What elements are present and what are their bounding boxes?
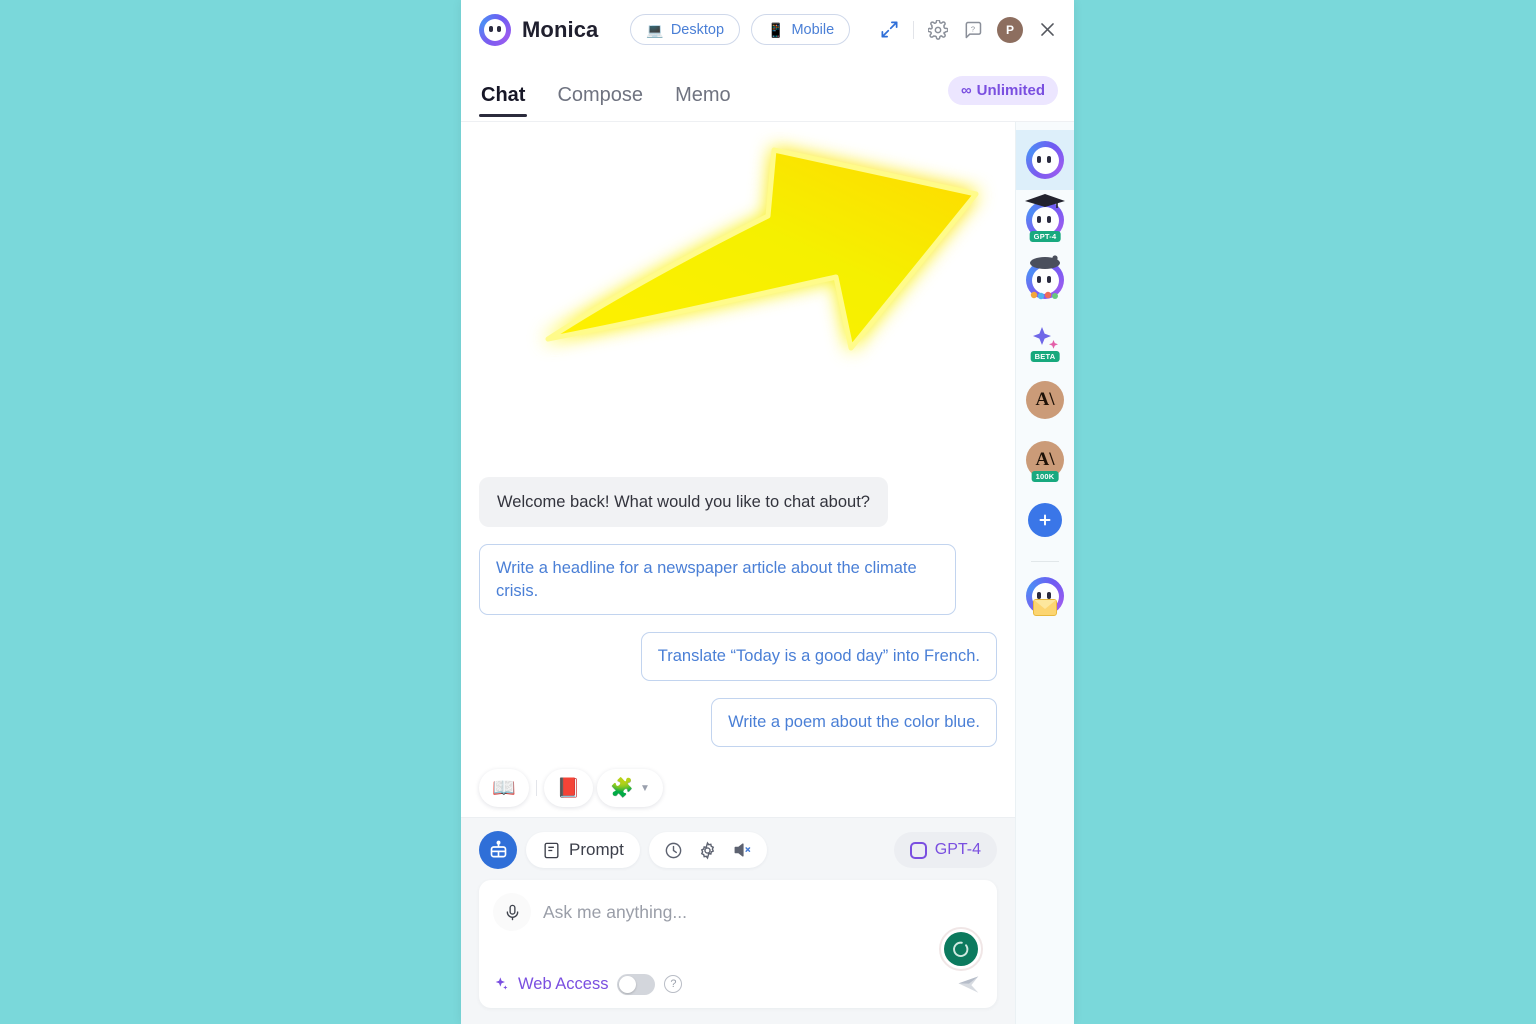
stop-generating-spinner-button[interactable] [939,927,983,971]
puzzle-extension-button[interactable]: 🧩 ▼ [597,769,663,807]
model-label: GPT-4 [934,841,981,858]
desktop-button[interactable]: 💻 Desktop [630,14,741,45]
input-box: Ask me anything... Web Access ? [479,880,997,1008]
pdf-icon[interactable]: 📕 [543,769,594,807]
chat-input[interactable]: Ask me anything... [543,902,687,923]
rail-item-monica[interactable] [1015,130,1074,190]
tab-chat[interactable]: Chat [479,84,528,117]
message-list: Welcome back! What would you like to cha… [479,476,997,807]
tab-memo[interactable]: Memo [673,84,733,117]
desktop-label: Desktop [670,21,725,38]
mobile-label: Mobile [791,21,835,38]
graduation-cap-icon [1025,194,1065,208]
web-access-row: Web Access ? [493,960,983,998]
prompt-button[interactable]: Prompt [526,832,640,868]
monica-bot-face [1031,146,1059,174]
sparkle-icon [495,977,508,990]
monica-bot-icon [1026,141,1064,179]
panel-header: Monica 💻 Desktop 📱 Mobile ? P [461,0,1074,59]
mobile-icon: 📱 [767,21,785,38]
message-scroll-area[interactable]: Welcome back! What would you like to cha… [461,122,1015,817]
composer: Prompt GPT-4 Ask me anything... Web Acce… [461,817,1015,1024]
bot-avatar-button[interactable] [479,831,517,869]
settings-gear-icon[interactable] [927,19,949,41]
settings-gear-icon[interactable] [698,840,718,860]
help-chat-icon[interactable]: ? [962,19,984,41]
anthropic-claude-100k-icon: A\ 100K [1026,441,1064,482]
rail-item-claude-100k[interactable]: A\ 100K [1016,430,1075,490]
suggestion-chip-2[interactable]: Translate “Today is a good day” into Fre… [640,632,997,682]
app-title: Monica [522,16,599,42]
rail-item-artist[interactable] [1016,250,1075,310]
palette-icon [1030,291,1058,300]
composer-toolbar: Prompt GPT-4 [479,831,997,869]
model-selector-chip[interactable]: GPT-4 [893,832,997,868]
prompt-book-icon [544,842,559,858]
scholar-bot-face [1031,206,1059,234]
expand-icon[interactable] [878,19,900,41]
toggle-knob [619,975,637,993]
model-square-icon [909,841,927,859]
plan-badge-label: Unlimited [976,81,1045,99]
header-actions: ? P [878,16,1058,43]
rail-divider [1031,561,1059,562]
input-row: Ask me anything... [493,893,983,931]
beret-icon [1030,255,1060,269]
web-access-label: Web Access [518,974,609,993]
svg-text:?: ? [971,24,975,33]
mobile-button[interactable]: 📱 Mobile [751,14,851,45]
puzzle-extension-icon: 🧩 [610,778,635,799]
microphone-icon[interactable] [493,893,531,931]
web-access-toggle[interactable] [617,973,656,995]
rail-item-gemini[interactable]: BETA [1016,310,1075,370]
spinner-core [944,932,978,966]
bot-message: Welcome back! What would you like to cha… [479,476,888,527]
plan-badge-unlimited[interactable]: ∞ Unlimited [947,75,1058,105]
annotation-arrow-icon [506,122,1006,402]
panel-body: Welcome back! What would you like to cha… [461,122,1074,1024]
attachment-tool-row: 📖 📕 🧩 ▼ [479,769,663,807]
rail-tag-beta: BETA [1030,351,1060,362]
tab-compose[interactable]: Compose [555,84,645,117]
sparkle-bot-icon: BETA [1026,321,1064,362]
artist-bot-icon [1026,255,1064,300]
history-clock-icon[interactable] [664,840,684,860]
tab-bar: Chat Compose Memo ∞ Unlimited [461,59,1074,122]
platform-toggle-group: 💻 Desktop 📱 Mobile [630,14,851,45]
header-divider [913,20,914,39]
scholar-bot-icon: GPT-4 [1025,194,1065,242]
rail-item-email[interactable] [1016,566,1075,626]
suggestion-chip-1[interactable]: Write a headline for a newspaper article… [479,543,956,616]
book-icon[interactable]: 📖 [479,769,529,807]
rail-item-add-bot[interactable] [1016,490,1075,550]
rail-item-claude[interactable]: A\ [1016,370,1075,430]
rail-item-gpt4-scholar[interactable]: GPT-4 [1016,190,1075,250]
tab-list: Chat Compose Memo [479,59,733,121]
rail-tag-100k: 100K [1031,471,1059,482]
monica-logo-face [484,18,506,41]
monica-extension-panel: Monica 💻 Desktop 📱 Mobile ? P Chat Compo… [461,0,1074,1024]
tool-divider [535,780,537,796]
composer-mini-toolbar [648,832,767,868]
send-arrow-icon[interactable] [955,970,983,998]
monica-logo-icon [479,13,511,46]
chevron-down-icon: ▼ [640,782,650,794]
suggestion-chip-3[interactable]: Write a poem about the color blue. [711,698,997,747]
infinity-icon: ∞ [960,81,972,99]
brand: Monica [479,13,599,46]
envelope-icon [1033,599,1057,616]
email-bot-icon [1026,577,1064,616]
monica-bot-ring [1026,141,1064,179]
desktop-icon: 💻 [646,21,664,38]
conversation-column: Welcome back! What would you like to cha… [461,122,1015,1024]
rail-tag-gpt4: GPT-4 [1029,231,1061,242]
close-icon[interactable] [1036,19,1058,41]
anthropic-claude-icon: A\ [1026,381,1064,419]
web-access-help-icon[interactable]: ? [664,975,683,993]
prompt-label: Prompt [569,840,624,859]
mute-speaker-icon[interactable] [732,840,752,860]
bot-rail: GPT-4 BETA A\ A\ 100K [1015,122,1074,1024]
plus-icon [1028,503,1062,537]
avatar[interactable]: P [997,16,1023,43]
